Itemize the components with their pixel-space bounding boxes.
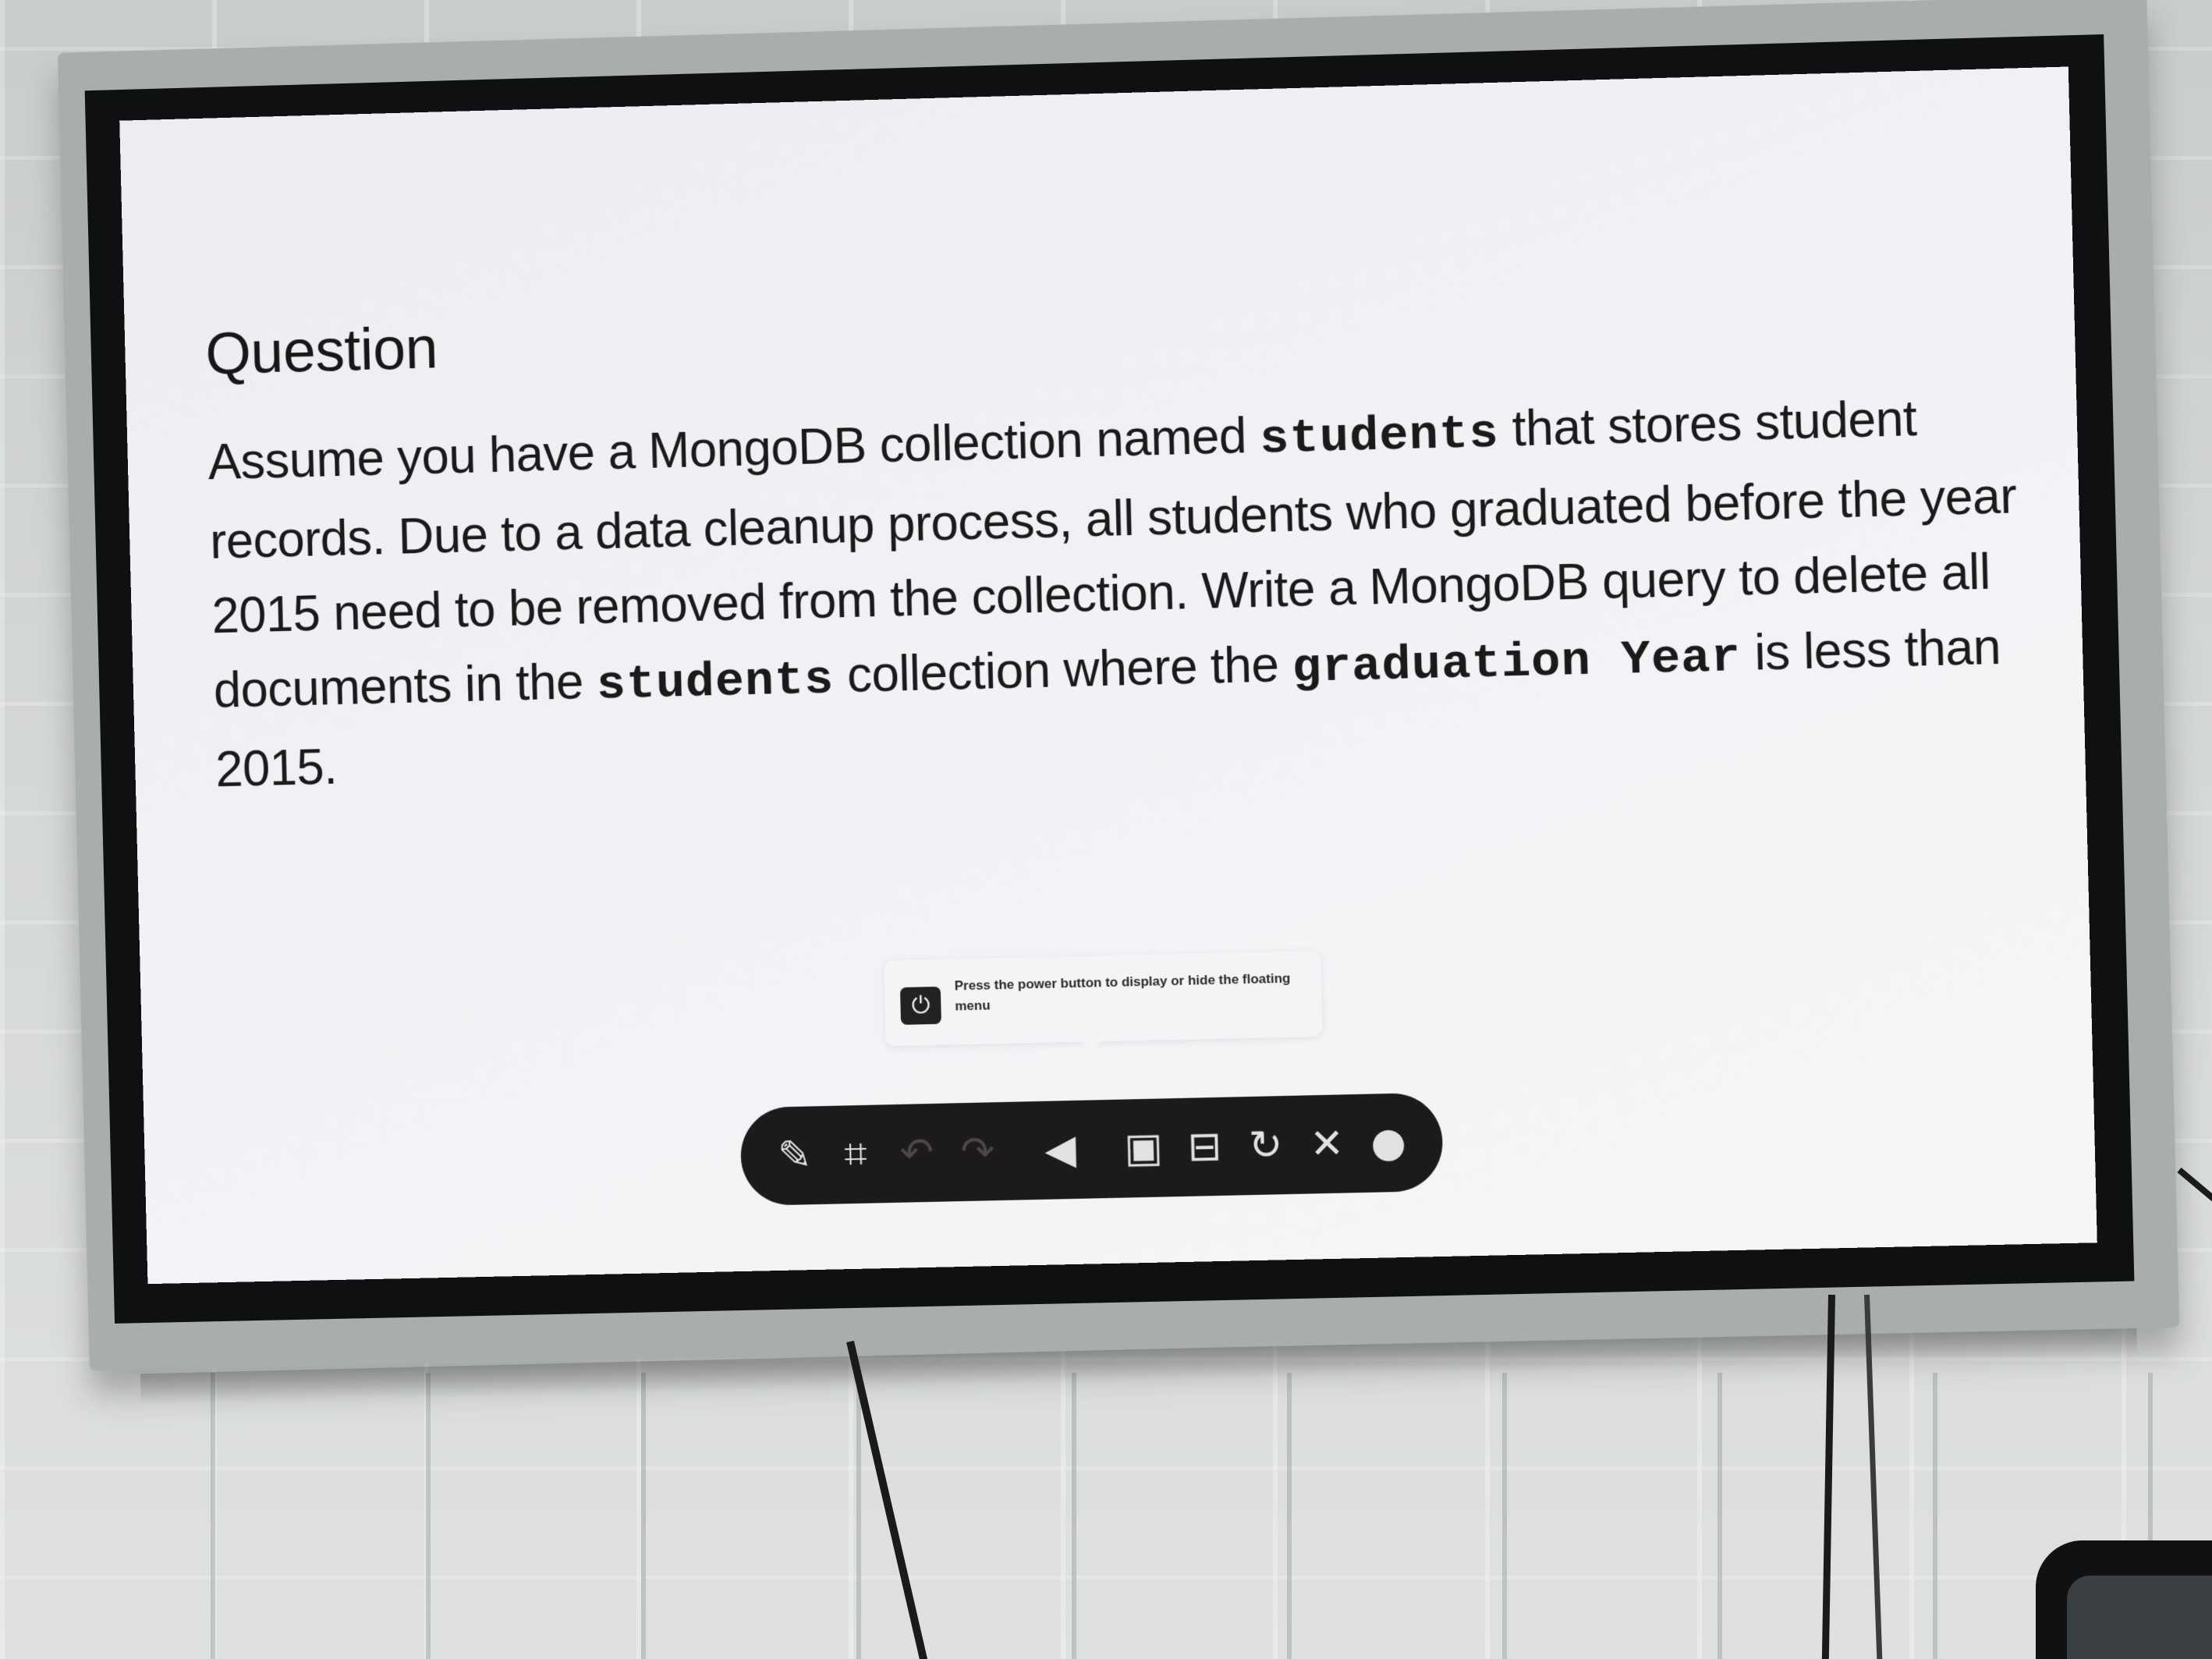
slide-body: Assume you have a MongoDB collection nam… bbox=[207, 378, 2033, 806]
power-icon: ⏻ bbox=[899, 986, 941, 1025]
code-collection-name-2: students bbox=[596, 651, 835, 713]
rotate-icon[interactable]: ↻ bbox=[1239, 1117, 1292, 1175]
crop-icon[interactable]: ⌗ bbox=[829, 1125, 882, 1182]
close-icon[interactable]: ✕ bbox=[1300, 1115, 1353, 1173]
body-text-1: Assume you have a MongoDB collection nam… bbox=[207, 406, 1260, 491]
device-screen bbox=[2067, 1576, 2212, 1659]
more-icon[interactable]: ● bbox=[1362, 1114, 1415, 1172]
body-text-3: collection where the bbox=[833, 636, 1293, 704]
code-collection-name: students bbox=[1259, 405, 1500, 467]
floating-menu-tooltip: ⏻ Press the power button to display or h… bbox=[884, 950, 1323, 1051]
tooltip-arrow bbox=[1080, 1040, 1103, 1051]
code-field-name: graduation Year bbox=[1291, 629, 1742, 697]
annotate-icon[interactable]: ✎ bbox=[768, 1127, 821, 1184]
redo-icon[interactable]: ↷ bbox=[952, 1123, 1005, 1180]
slide-title: Question bbox=[204, 314, 438, 388]
volume-icon[interactable]: ◀ bbox=[1033, 1122, 1087, 1179]
photo-scene: Question Assume you have a MongoDB colle… bbox=[0, 0, 2212, 1659]
monitor-screen: Question Assume you have a MongoDB colle… bbox=[119, 66, 2097, 1285]
floating-toolbar: ✎ ⌗ ↶ ↷ ◀ ▣ ⊟ ↻ ✕ ● bbox=[739, 1092, 1444, 1207]
tooltip-text: Press the power button to display or hid… bbox=[954, 970, 1291, 1014]
split-icon[interactable]: ⊟ bbox=[1178, 1118, 1231, 1175]
undo-icon[interactable]: ↶ bbox=[890, 1125, 943, 1182]
window-icon[interactable]: ▣ bbox=[1117, 1119, 1170, 1176]
